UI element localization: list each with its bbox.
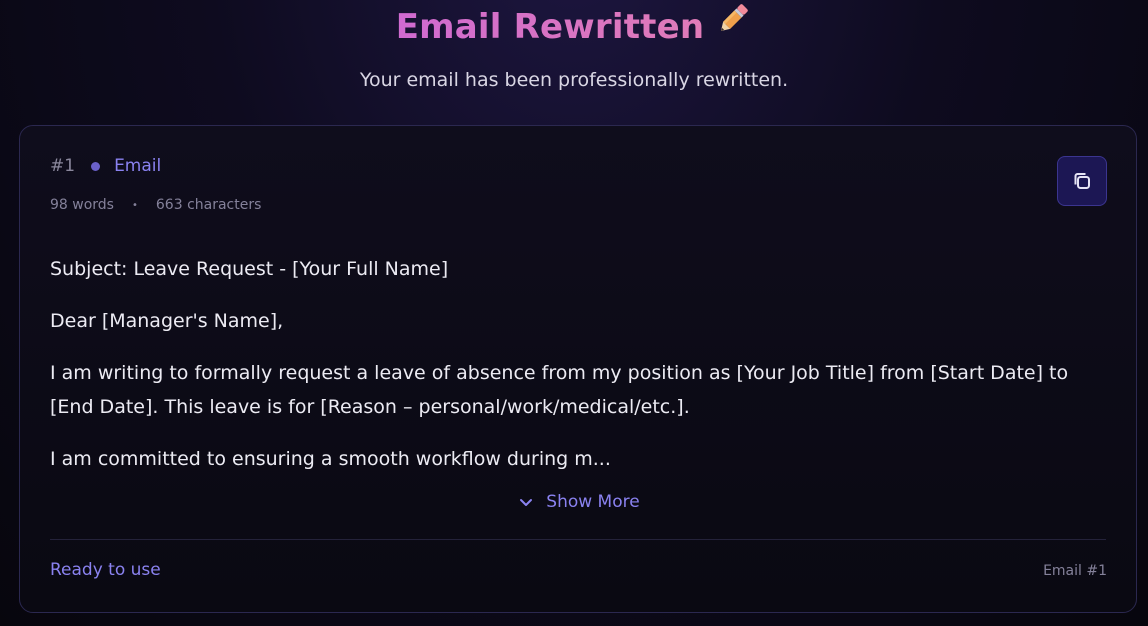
copy-icon <box>1071 170 1093 192</box>
card-divider <box>50 539 1106 540</box>
status-text: Ready to use <box>50 560 161 580</box>
character-count: 663 characters <box>155 197 262 213</box>
email-subject: Subject: Leave Request - [Your Full Name… <box>50 258 449 280</box>
chevron-down-icon <box>518 494 534 510</box>
card-stats: 98 words • 663 characters <box>50 197 261 213</box>
show-more-button[interactable]: Show More <box>20 492 1138 512</box>
card-number: #1 <box>50 156 76 176</box>
email-paragraph: I am writing to formally request a leave… <box>50 362 1069 418</box>
copy-button[interactable] <box>1057 156 1107 206</box>
card-header: #1 Email <box>50 156 161 176</box>
card-type-label: Email <box>114 156 162 176</box>
word-count: 98 words <box>50 197 114 213</box>
pencil-icon <box>714 0 752 49</box>
show-more-label: Show More <box>546 492 640 512</box>
email-paragraph-truncated: I am committed to ensuring a smooth work… <box>50 448 611 470</box>
email-body: Subject: Leave Request - [Your Full Name… <box>50 252 1110 494</box>
stats-separator: • <box>131 199 138 211</box>
page: Email Rewritten Your email has been prof… <box>0 0 1148 626</box>
card-footer-label: Email #1 <box>1043 563 1107 579</box>
page-title-text: Email Rewritten <box>395 7 705 47</box>
page-subtitle: Your email has been professionally rewri… <box>359 69 789 91</box>
email-greeting: Dear [Manager's Name], <box>50 310 284 332</box>
email-card: #1 Email 98 words • 663 characters Subje… <box>19 125 1137 613</box>
type-dot-icon <box>91 161 101 171</box>
page-title: Email Rewritten <box>0 4 1148 53</box>
